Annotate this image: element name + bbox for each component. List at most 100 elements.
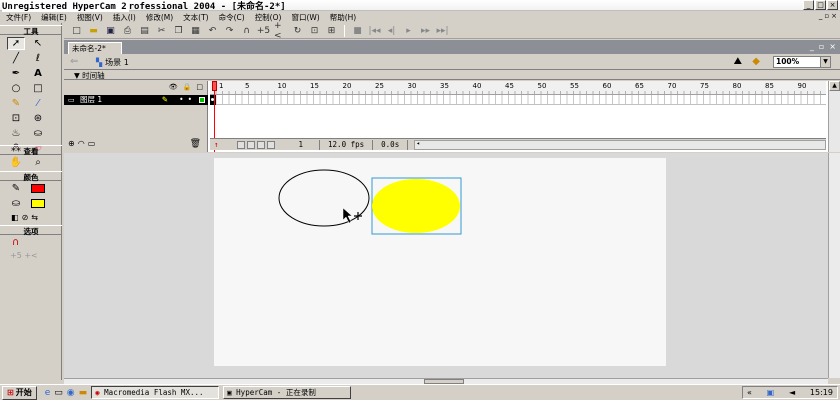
lasso-tool-icon[interactable]: ℓ (29, 52, 47, 65)
menu-edit[interactable]: 编辑(E) (41, 12, 67, 23)
go-end-icon[interactable]: ▸▸| (436, 25, 449, 37)
onion-outlines-icon[interactable] (246, 140, 255, 149)
save-icon[interactable]: ▣ (104, 25, 117, 37)
doc-restore-button[interactable]: ▫ (824, 12, 829, 20)
paint-bucket-tool-icon[interactable]: ⛀ (29, 127, 47, 140)
edit-scene-icon[interactable]: ⛰ (734, 56, 742, 67)
menu-file[interactable]: 文件(F) (6, 12, 31, 23)
work-area[interactable] (64, 153, 828, 378)
ie-icon[interactable]: e (45, 388, 51, 398)
add-guide-layer-icon[interactable]: ◠ (78, 139, 85, 148)
start-button[interactable]: ⊞ 开始 (2, 385, 37, 400)
tray-chevron-icon[interactable]: « (747, 388, 752, 397)
no-color-icon[interactable]: ⊘ (22, 213, 29, 222)
volume-icon[interactable]: ◄ (789, 388, 795, 397)
new-file-icon[interactable]: □ (70, 25, 83, 37)
rotate-icon[interactable]: ↻ (291, 25, 304, 37)
tray-app-icon[interactable]: ▣ (767, 388, 775, 397)
doc-minimize-button[interactable]: _ (819, 12, 823, 20)
timeline-vertical-scrollbar[interactable]: ▲ (828, 81, 840, 152)
subselect-tool-icon[interactable]: ↖ (29, 37, 47, 50)
maximize-button[interactable]: □ (815, 0, 826, 10)
print-icon[interactable]: ⎙ (121, 25, 134, 37)
pen-tool-icon[interactable]: ✒ (7, 67, 25, 80)
task-hypercam[interactable]: ▣ HyperCam - 正在录制 (223, 386, 352, 399)
scroll-up-icon[interactable]: ▲ (829, 81, 840, 91)
free-transform-tool-icon[interactable]: ⊡ (7, 112, 25, 125)
print-preview-icon[interactable]: ▤ (138, 25, 151, 37)
folder-icon[interactable]: ▬ (79, 388, 88, 398)
oval-tool-icon[interactable]: ○ (7, 82, 25, 95)
step-back-icon[interactable]: ◂| (385, 25, 398, 37)
timeline-horizontal-scrollbar[interactable]: ◂ (414, 139, 826, 150)
cut-icon[interactable]: ✂ (155, 25, 168, 37)
timeline-header[interactable]: ▼ 时间轴 (64, 70, 840, 80)
zoom-select[interactable]: 100% ▼ (773, 56, 831, 68)
snap-magnet-icon[interactable]: ∩ (240, 25, 253, 37)
modify-onion-markers-icon[interactable] (266, 140, 275, 149)
paste-icon[interactable]: ▦ (189, 25, 202, 37)
layer-visibility-dots[interactable]: •• (179, 95, 196, 105)
scene-breadcrumb[interactable]: ▚ 场景 1 (96, 57, 129, 68)
media-icon[interactable]: ◉ (67, 388, 75, 398)
arrow-tool-icon[interactable]: ➚ (7, 37, 25, 50)
stroke-color-swatch[interactable] (29, 182, 47, 195)
insert-folder-icon[interactable]: ▭ (88, 139, 96, 148)
stage[interactable] (214, 158, 666, 366)
desktop-icon[interactable]: ▭ (54, 388, 63, 398)
open-folder-icon[interactable]: ▬ (87, 25, 100, 37)
menu-text[interactable]: 文本(T) (183, 12, 208, 23)
rectangle-tool-icon[interactable]: □ (29, 82, 47, 95)
close-button[interactable]: × (827, 0, 838, 10)
copy-icon[interactable]: ❐ (172, 25, 185, 37)
menu-insert[interactable]: 插入(I) (113, 12, 136, 23)
doc-tab-close-icon[interactable]: × (829, 42, 836, 51)
doc-tab-minimize-icon[interactable]: _ (810, 42, 814, 51)
scale-icon[interactable]: ⊡ (308, 25, 321, 37)
layer-row[interactable]: ▭ 图层 1 ✎ •• (64, 95, 208, 105)
chevron-down-icon[interactable]: ▼ (820, 57, 830, 67)
brush-tool-icon[interactable]: ⁄ (29, 97, 47, 110)
pencil-tool-icon[interactable]: ✎ (7, 97, 25, 110)
playhead-handle[interactable] (212, 81, 217, 91)
stop-icon[interactable]: ■ (351, 25, 364, 37)
smooth-straighten-options[interactable]: +5 +< (10, 251, 38, 260)
stage-vertical-scrollbar[interactable] (828, 153, 840, 378)
redo-icon[interactable]: ↷ (223, 25, 236, 37)
lock-icon[interactable]: 🔒 (183, 83, 192, 91)
menu-help[interactable]: 帮助(H) (330, 12, 357, 23)
document-tab[interactable]: 未命名-2* (68, 42, 122, 54)
menu-window[interactable]: 窗口(W) (291, 12, 319, 23)
layer-outline-color[interactable] (199, 97, 205, 103)
layer-frame-row[interactable] (210, 95, 826, 105)
outline-circle[interactable] (278, 169, 370, 227)
align-icon[interactable]: ⊞ (325, 25, 338, 37)
rewind-icon[interactable]: |◂◂ (368, 25, 381, 37)
step-forward-icon[interactable]: ▸▸ (419, 25, 432, 37)
swap-colors-icon[interactable]: ⇆ (31, 213, 38, 222)
hand-tool-icon[interactable]: ✋ (7, 156, 25, 169)
straighten-icon[interactable]: +< (274, 21, 287, 41)
frame-ruler[interactable]: 1 5 10 15 20 25 30 35 40 45 50 55 60 65 70 75 80 85 90 (210, 81, 826, 95)
insert-layer-icon[interactable]: ⊕ (68, 139, 75, 148)
line-tool-icon[interactable]: ╱ (7, 52, 25, 65)
onion-skin-icon[interactable] (236, 140, 245, 149)
smooth-icon[interactable]: +5 (257, 25, 270, 37)
scroll-left-icon[interactable]: ◂ (416, 140, 420, 147)
minimize-button[interactable]: _ (803, 0, 814, 10)
center-frame-icon[interactable]: ↑ (210, 140, 223, 149)
default-colors-icon[interactable]: ◧ (11, 213, 19, 222)
eye-icon[interactable]: 👁 (169, 83, 178, 91)
undo-icon[interactable]: ↶ (206, 25, 219, 37)
menu-commands[interactable]: 命令(C) (219, 12, 245, 23)
edit-symbol-icon[interactable]: ◆ (752, 56, 760, 67)
edit-multiple-frames-icon[interactable] (256, 140, 265, 149)
menu-view[interactable]: 视图(V) (77, 12, 103, 23)
play-icon[interactable]: ▸ (402, 25, 415, 37)
task-flash[interactable]: ◉ Macromedia Flash MX... (91, 386, 220, 399)
fill-transform-tool-icon[interactable]: ⊛ (29, 112, 47, 125)
delete-layer-icon[interactable]: 🗑 (190, 139, 201, 149)
ink-bottle-tool-icon[interactable]: ♨ (7, 127, 25, 140)
snap-magnet-option-icon[interactable]: ∩ (12, 237, 19, 248)
fill-color-swatch[interactable] (29, 197, 47, 210)
